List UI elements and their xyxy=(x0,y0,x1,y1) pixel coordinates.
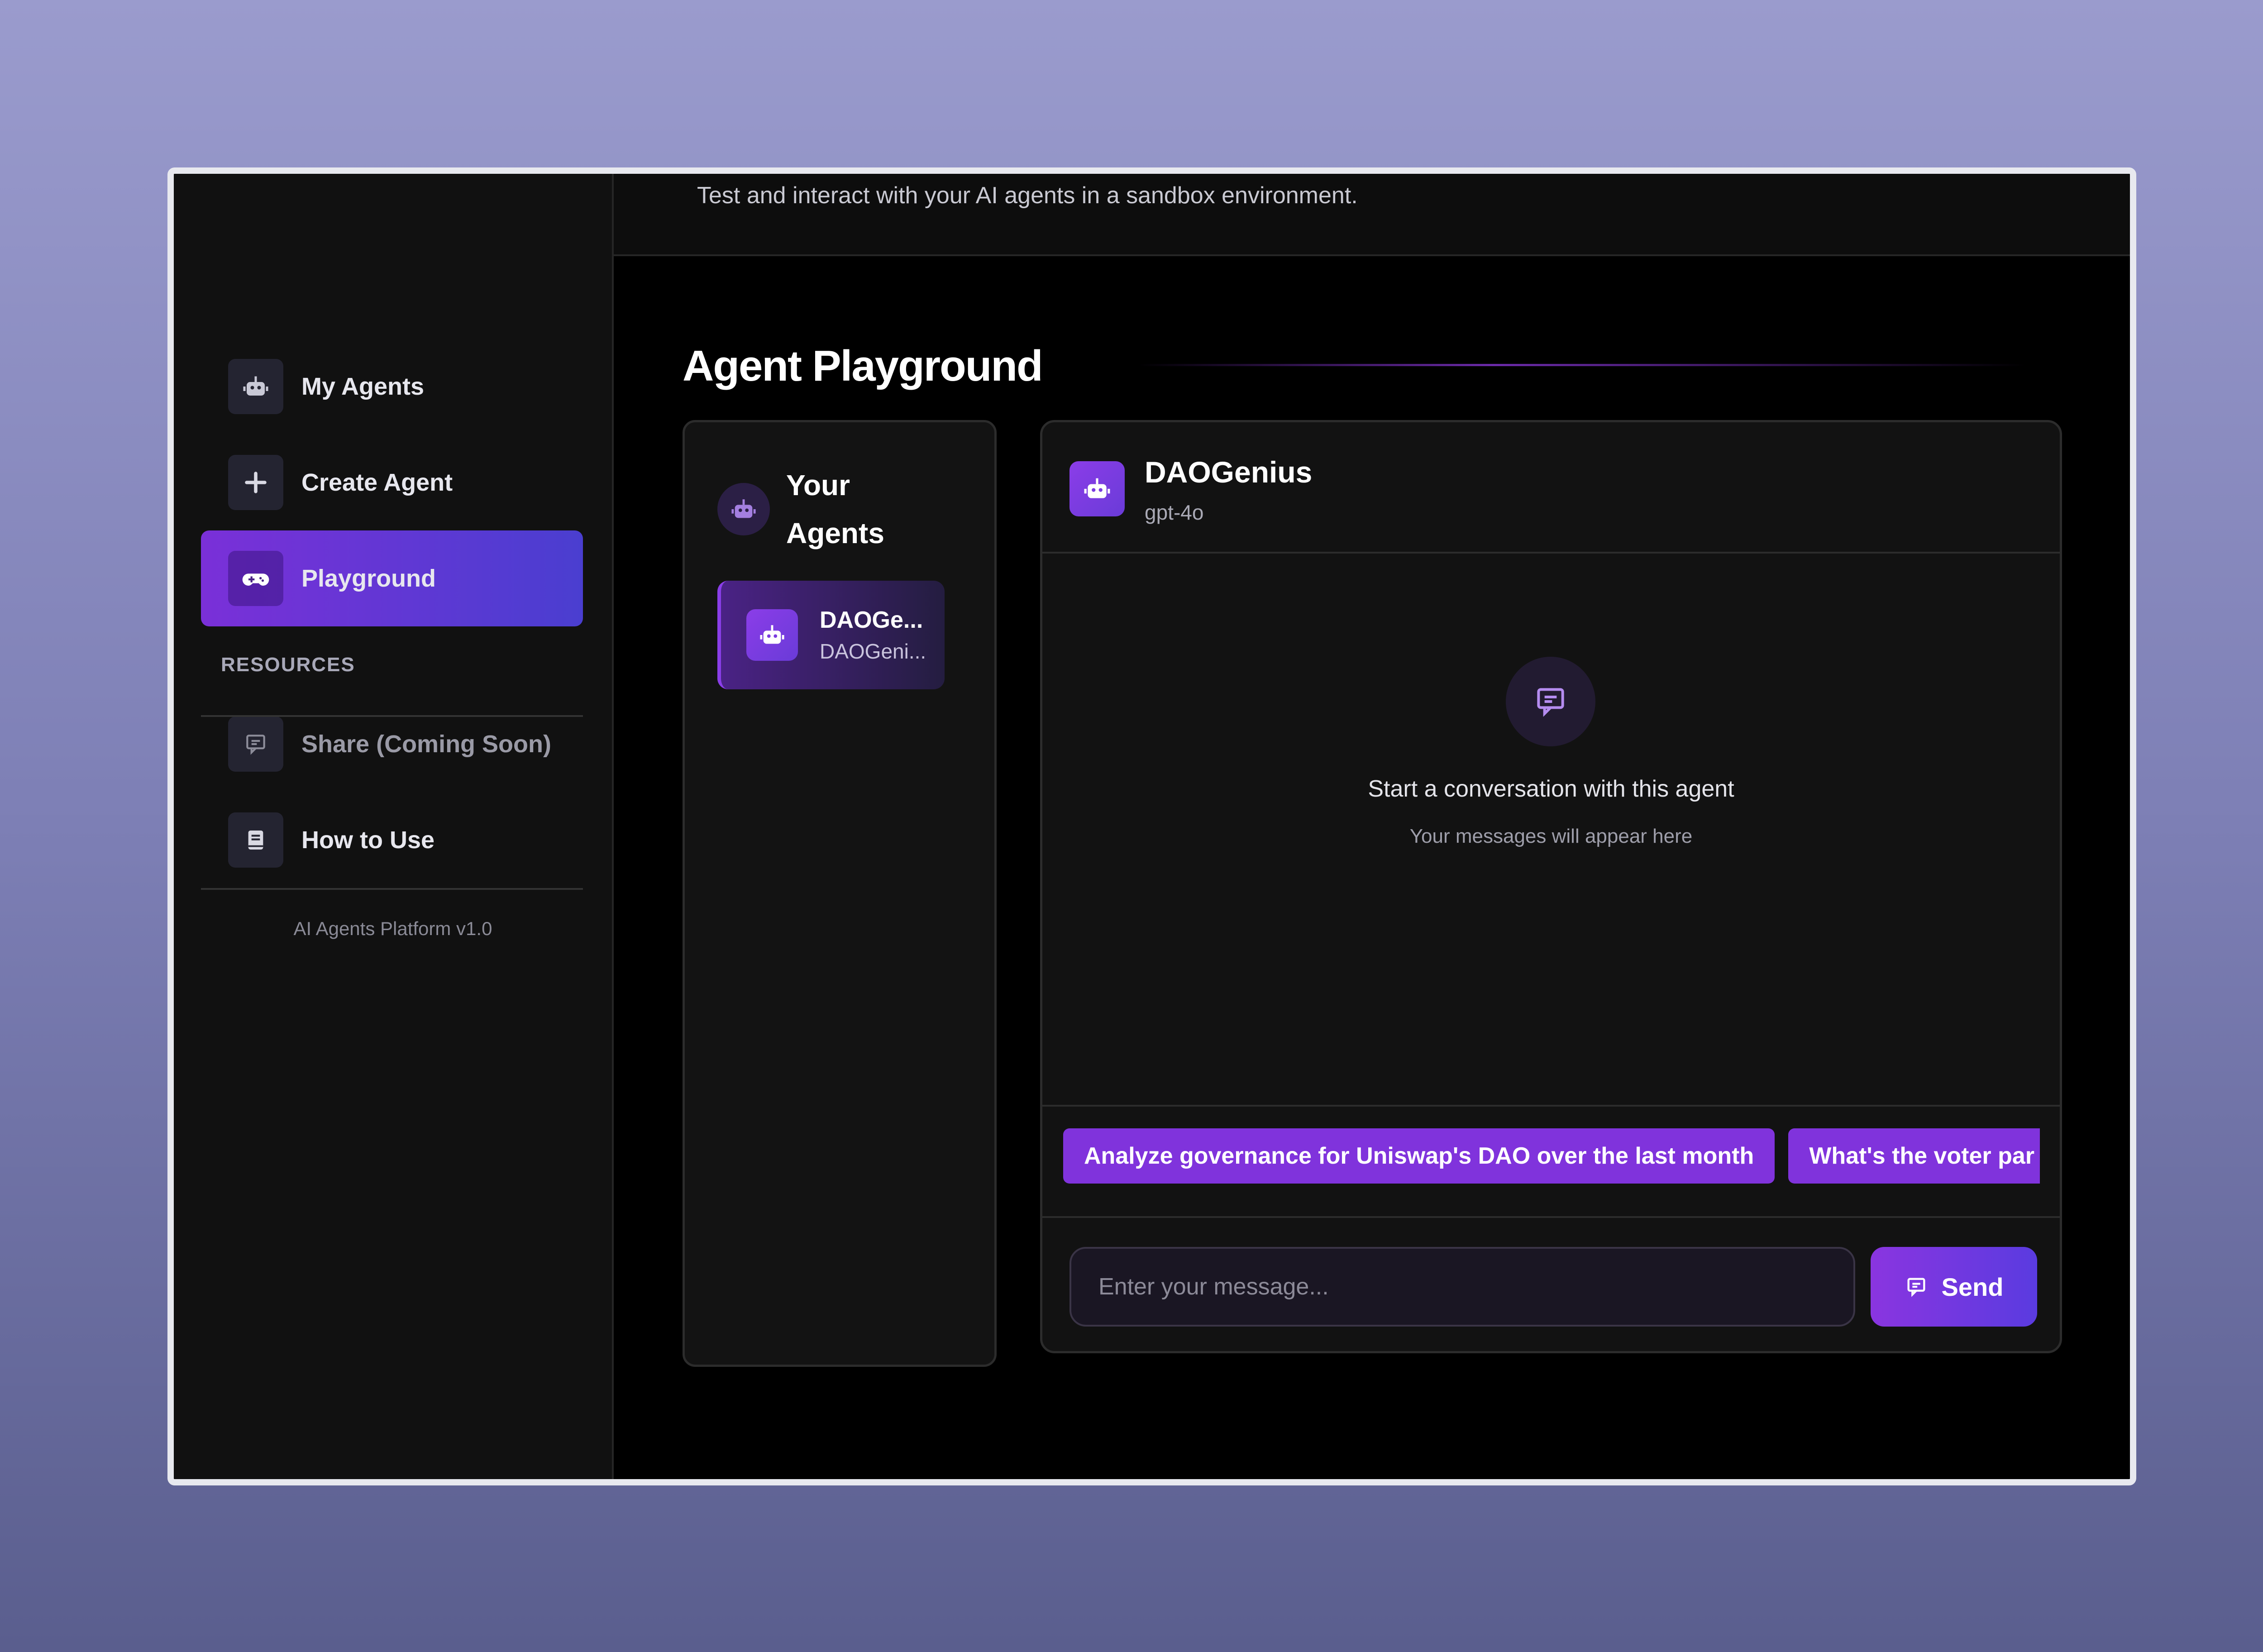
agents-panel-header: Your Agents xyxy=(717,461,922,557)
agent-info: DAOGe... DAOGeni... xyxy=(820,606,926,664)
agents-panel-title: Your Agents xyxy=(786,469,884,549)
chat-icon xyxy=(228,716,283,772)
sidebar-item-playground[interactable]: Playground xyxy=(201,530,583,626)
sidebar-item-share[interactable]: Share (Coming Soon) xyxy=(201,696,583,792)
sidebar-item-my-agents[interactable]: My Agents xyxy=(201,339,583,434)
robot-icon xyxy=(228,359,283,414)
send-button-label: Send xyxy=(1941,1272,2004,1301)
message-input[interactable] xyxy=(1069,1247,1855,1327)
app-window: My Agents Create Agent Playground RESOUR… xyxy=(167,167,2136,1485)
agents-panel: Your Agents DAOGe... DAOGeni... xyxy=(683,420,997,1367)
robot-icon xyxy=(746,609,798,661)
chat-panel: DAOGenius gpt-4o Start a conversation wi… xyxy=(1040,420,2062,1353)
sidebar-item-label: Share (Coming Soon) xyxy=(301,731,551,758)
page-subtitle: Test and interact with your AI agents in… xyxy=(697,182,1358,209)
chat-bubble-icon xyxy=(1506,657,1595,746)
chat-icon xyxy=(1907,1278,1925,1297)
agent-subtitle: DAOGeni... xyxy=(820,640,926,663)
main-content: Test and interact with your AI agents in… xyxy=(614,174,2130,1479)
sidebar-item-label: How to Use xyxy=(301,826,435,854)
plus-icon xyxy=(228,455,283,510)
empty-state-subtitle: Your messages will appear here xyxy=(1409,825,1693,847)
suggestions-scroll[interactable]: Analyze governance for Uniswap's DAO ove… xyxy=(1063,1128,2040,1184)
gamepad-icon xyxy=(228,551,283,606)
book-icon xyxy=(228,812,283,868)
agent-list-item[interactable]: DAOGe... DAOGeni... xyxy=(717,581,945,689)
sidebar-item-label: Create Agent xyxy=(301,469,453,496)
sidebar: My Agents Create Agent Playground RESOUR… xyxy=(174,174,614,1479)
title-divider xyxy=(1139,364,2026,366)
divider xyxy=(201,715,583,717)
send-button[interactable]: Send xyxy=(1871,1247,2037,1327)
divider xyxy=(201,888,583,890)
suggestion-chip[interactable]: What's the voter par xyxy=(1788,1128,2040,1184)
message-composer: Send xyxy=(1069,1247,2037,1327)
suggestions-bar: Analyze governance for Uniswap's DAO ove… xyxy=(1042,1105,2060,1218)
resources-heading: RESOURCES xyxy=(221,654,355,676)
sidebar-item-how-to-use[interactable]: How to Use xyxy=(201,792,583,888)
robot-icon xyxy=(1069,461,1125,516)
chat-agent-name: DAOGenius xyxy=(1145,455,1313,489)
sidebar-item-create-agent[interactable]: Create Agent xyxy=(201,434,583,530)
chat-header: DAOGenius gpt-4o xyxy=(1042,422,2060,554)
page-title: Agent Playground xyxy=(683,342,1043,390)
robot-icon xyxy=(717,483,770,535)
suggestion-chip[interactable]: Analyze governance for Uniswap's DAO ove… xyxy=(1063,1128,1775,1184)
sidebar-item-label: Playground xyxy=(301,565,436,592)
sidebar-item-label: My Agents xyxy=(301,373,425,400)
chat-agent-model: gpt-4o xyxy=(1145,501,1204,524)
page-header: Test and interact with your AI agents in… xyxy=(614,174,2130,256)
empty-state-title: Start a conversation with this agent xyxy=(1368,776,1734,802)
version-label: AI Agents Platform v1.0 xyxy=(293,918,492,939)
agent-name: DAOGe... xyxy=(820,607,923,633)
